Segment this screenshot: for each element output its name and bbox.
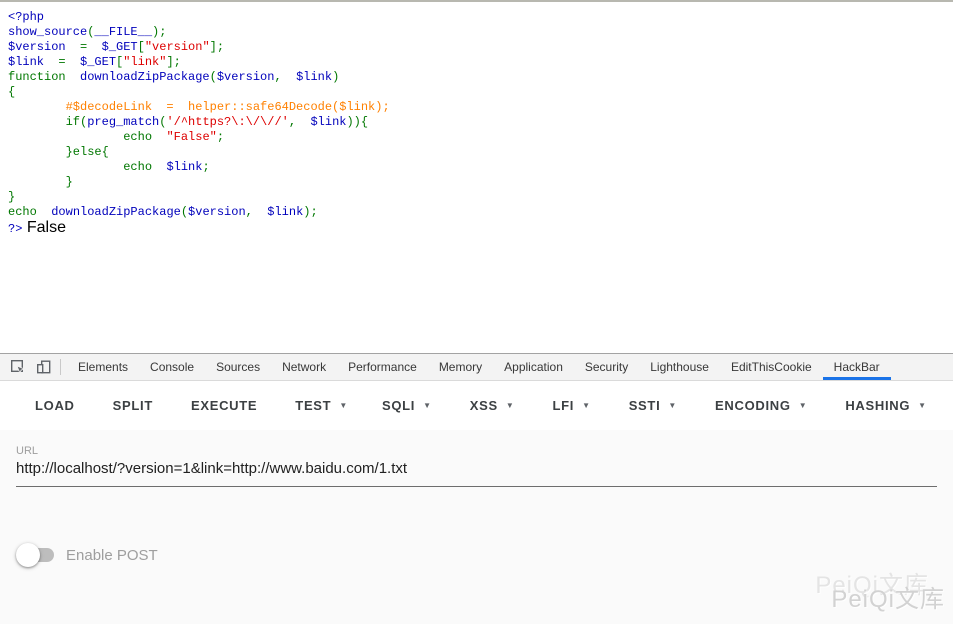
php-source-code: <?phpshow_source(__FILE__);$version = $_… — [8, 10, 390, 235]
tab-hackbar[interactable]: HackBar — [823, 354, 891, 380]
tab-editthiscookie[interactable]: EditThisCookie — [720, 354, 823, 380]
hackbar-body: URL Enable POST PeiQi文库 PeiQi文库 — [0, 430, 953, 624]
chevron-down-icon: ▼ — [799, 401, 808, 410]
hackbar-hashing-label: HASHING — [845, 398, 910, 413]
hackbar-split-button[interactable]: SPLIT — [113, 398, 153, 413]
hackbar-load-label: LOAD — [35, 398, 75, 413]
tab-network[interactable]: Network — [271, 354, 337, 380]
hackbar-ssti-label: SSTI — [629, 398, 661, 413]
watermark: PeiQi文库 — [831, 579, 945, 614]
enable-post-label: Enable POST — [66, 547, 158, 564]
enable-post-row: Enable POST — [16, 543, 158, 567]
devtools-tabbar: Elements Console Sources Network Perform… — [0, 353, 953, 381]
hackbar-hashing-menu-button[interactable]: HASHING ▼ — [845, 398, 926, 413]
hackbar-xss-label: XSS — [470, 398, 498, 413]
tab-elements[interactable]: Elements — [67, 354, 139, 380]
tab-security[interactable]: Security — [574, 354, 639, 380]
hackbar-xss-menu-button[interactable]: XSS ▼ — [470, 398, 515, 413]
chevron-down-icon: ▼ — [506, 401, 515, 410]
hackbar-test-menu-button[interactable]: TEST ▼ — [295, 398, 348, 413]
hackbar-sqli-label: SQLI — [382, 398, 415, 413]
chevron-down-icon: ▼ — [918, 401, 927, 410]
hackbar-toolbar: LOAD SPLIT EXECUTE TEST ▼ SQLI ▼ XSS ▼ LFI ▼… — [0, 381, 953, 430]
chevron-down-icon: ▼ — [423, 401, 432, 410]
tab-lighthouse[interactable]: Lighthouse — [639, 354, 720, 380]
hackbar-lfi-menu-button[interactable]: LFI ▼ — [552, 398, 590, 413]
tab-console[interactable]: Console — [139, 354, 205, 380]
tab-application[interactable]: Application — [493, 354, 574, 380]
devtools-panel: Elements Console Sources Network Perform… — [0, 353, 953, 624]
chevron-down-icon: ▼ — [582, 401, 591, 410]
chevron-down-icon: ▼ — [668, 401, 677, 410]
toggle-thumb — [16, 543, 40, 567]
page-top-border — [0, 0, 953, 2]
enable-post-toggle[interactable] — [16, 543, 56, 567]
url-field-label: URL — [16, 445, 38, 457]
tab-performance[interactable]: Performance — [337, 354, 428, 380]
toolbar-divider — [60, 359, 61, 375]
hackbar-encoding-label: ENCODING — [715, 398, 791, 413]
hackbar-test-label: TEST — [295, 398, 331, 413]
toggle-device-toolbar-icon[interactable] — [31, 355, 57, 379]
hackbar-sqli-menu-button[interactable]: SQLI ▼ — [382, 398, 432, 413]
url-input[interactable] — [16, 460, 937, 487]
hackbar-ssti-menu-button[interactable]: SSTI ▼ — [629, 398, 677, 413]
hackbar-encoding-menu-button[interactable]: ENCODING ▼ — [715, 398, 807, 413]
tab-memory[interactable]: Memory — [428, 354, 493, 380]
watermark-back: PeiQi文库 — [815, 565, 929, 600]
devtools-toolbar-icons — [0, 354, 67, 380]
inspect-element-icon[interactable] — [5, 355, 31, 379]
hackbar-execute-button[interactable]: EXECUTE — [191, 398, 257, 413]
chevron-down-icon: ▼ — [339, 401, 348, 410]
hackbar-lfi-label: LFI — [552, 398, 574, 413]
tab-sources[interactable]: Sources — [205, 354, 271, 380]
hackbar-load-button[interactable]: LOAD — [35, 398, 75, 413]
hackbar-split-label: SPLIT — [113, 398, 153, 413]
hackbar-execute-label: EXECUTE — [191, 398, 257, 413]
